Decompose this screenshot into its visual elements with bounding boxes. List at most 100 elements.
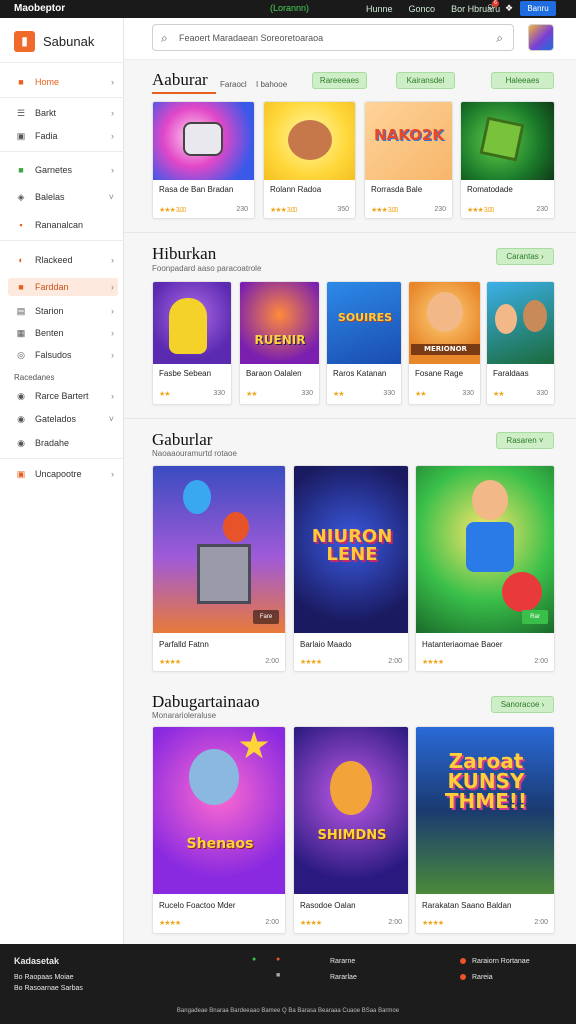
- user-icon[interactable]: ❖: [505, 3, 513, 14]
- sidebar-item-balelas[interactable]: ◈ Balelas ˅: [8, 188, 118, 206]
- sidebar-item-garnetes[interactable]: ■ Garnetes ›: [8, 161, 118, 179]
- game-card[interactable]: SOUIRES Raros Katanan ★★ 330: [326, 281, 402, 405]
- fire-icon: ◐: [18, 255, 24, 265]
- sidebar-item-bradahe[interactable]: ◉ Bradahe: [8, 434, 118, 452]
- game-card[interactable]: NIURON LENE Barlaio Maado ★★★★ 2:00: [293, 465, 409, 672]
- filter-pill[interactable]: Rareeeaes: [312, 72, 367, 89]
- play-count: 330: [301, 390, 313, 397]
- top-center-label[interactable]: (Lorannn): [270, 3, 309, 13]
- avatar[interactable]: [528, 24, 554, 51]
- play-count: 230: [236, 206, 248, 213]
- top-link[interactable]: Hunne: [366, 4, 393, 14]
- game-card[interactable]: RUENIR Baraon Oalalen ★★ 330: [239, 281, 320, 405]
- game-card[interactable]: Rasa de Ban Bradan ★★★ 3.00 230: [152, 101, 255, 219]
- sidebar-item-gatelados[interactable]: ◉ Gatelados ˅: [8, 410, 118, 428]
- section-action-pill[interactable]: Carantas ›: [496, 248, 554, 265]
- filter-pill[interactable]: Kairansdel: [396, 72, 455, 89]
- top-link[interactable]: Gonco: [409, 4, 436, 14]
- game-card[interactable]: NAKO2K Rorrasda Bale ★★★ 3.00 230: [364, 101, 453, 219]
- game-card[interactable]: Rar Hatanteriaomae Baoer ★★★★ 2:00: [415, 465, 555, 672]
- bell-icon[interactable]: ○ 6: [487, 0, 499, 13]
- chevron-right-icon: ›: [111, 131, 114, 141]
- rating-stars: ★★★ 3.00: [371, 207, 398, 214]
- sidebar-item-falsudos[interactable]: ◎ Falsudos ›: [8, 346, 118, 364]
- sidebar-item-benten[interactable]: ▦ Benten ›: [8, 324, 118, 342]
- section-subtitle: Monararioleraluse: [152, 711, 217, 720]
- character-shape: [169, 298, 207, 354]
- search-input[interactable]: ⌕ Feaoert Maradaean Soreoretoaraoa ⌕: [152, 24, 514, 51]
- sidebar-item-rlackeed[interactable]: ◐ Rlackeed ›: [8, 251, 118, 269]
- tab-link[interactable]: Faraocl: [220, 80, 247, 89]
- game-card[interactable]: Fasbe Sebean ★★ 330: [152, 281, 232, 405]
- game-card[interactable]: Shenaos Rucelo Foactoo Mder ★★★★ 2:00: [152, 726, 286, 934]
- game-card[interactable]: Romatodade ★★★ 3.00 230: [460, 101, 555, 219]
- divider: [0, 151, 124, 152]
- footer-link-label: Rareia: [472, 974, 493, 981]
- sidebar-item-farddan[interactable]: ■ Farddan ›: [8, 278, 118, 296]
- footer-social-icon[interactable]: ●: [276, 956, 280, 963]
- game-card[interactable]: Faraldaas ★★ 330: [486, 281, 555, 405]
- play-count: 2:00: [388, 658, 402, 665]
- main-content: Aaburar Faraocl I bahooe Rareeeaes Kaira…: [124, 60, 576, 944]
- top-brand[interactable]: Maobeptor: [14, 3, 65, 14]
- character-shape: [495, 304, 517, 334]
- target-icon: ◉: [17, 391, 25, 401]
- sidebar-item-label: Fadia: [35, 131, 58, 141]
- tab-link[interactable]: I bahooe: [256, 80, 287, 89]
- game-title: Rolann Radoa: [270, 185, 322, 194]
- diamond-icon: ◈: [17, 192, 25, 202]
- game-card[interactable]: MERIONOR Fosane Rage ★★ 330: [408, 281, 481, 405]
- filter-pill[interactable]: Haleeaes: [491, 72, 554, 89]
- game-card[interactable]: Fare Parfalld Fatnn ★★★★ 2:00: [152, 465, 286, 672]
- footer-link[interactable]: Bo Rasoarnae Sarbas: [14, 985, 83, 992]
- sidebar-item-starion[interactable]: ▤ Starion ›: [8, 302, 118, 320]
- character-shape: [288, 120, 332, 160]
- chevron-down-icon: ˅: [108, 414, 114, 424]
- game-card[interactable]: SHIMDNS Rasodoe Oalan ★★★★ 2:00: [293, 726, 409, 934]
- footer-social-icon[interactable]: ●: [252, 956, 256, 963]
- footer-link[interactable]: Bo Raopaas Moiae: [14, 974, 74, 981]
- sidebar-item-label: Bradahe: [35, 438, 70, 448]
- footer-link[interactable]: Rararne: [330, 958, 355, 965]
- sidebar-item-label: Barkt: [35, 108, 57, 118]
- search-submit-icon[interactable]: ⌕: [496, 31, 503, 46]
- section-dropdown-pill[interactable]: Rasaren ˅: [496, 432, 554, 449]
- rating-stars: ★★★★: [300, 659, 322, 666]
- game-title: Faraldaas: [493, 369, 529, 378]
- circle-icon: ◎: [17, 350, 25, 360]
- footer-link-item[interactable]: Raraiorn Rortanae: [460, 958, 530, 965]
- game-logo-text: NIURON LENE: [311, 526, 393, 565]
- sidebar-item-rananalcan[interactable]: ▪ Rananalcan: [8, 216, 118, 234]
- section-title: Hiburkan: [152, 244, 217, 263]
- section-divider: [124, 418, 576, 419]
- sidebar-item-label: Uncapootre: [35, 469, 82, 479]
- game-art: Shenaos: [153, 727, 285, 894]
- chevron-right-icon: ›: [111, 165, 114, 175]
- rating-stars: ★★: [415, 391, 427, 398]
- game-title: Barlaio Maado: [300, 640, 352, 649]
- sidebar-item-uncapootre[interactable]: ▣ Uncapootre ›: [8, 465, 118, 483]
- rating-stars: ★★★ 3.00: [467, 207, 494, 214]
- game-card[interactable]: Rolann Radoa ★★★ 3.00 350: [263, 101, 356, 219]
- square-icon: ▪: [19, 220, 23, 230]
- game-title: Romatodade: [467, 185, 513, 194]
- logo[interactable]: ▮ Sabunak: [14, 30, 94, 52]
- footer-app-icon[interactable]: ■: [276, 972, 280, 979]
- sidebar-item-rarce-bartert[interactable]: ◉ Rarce Bartert ›: [8, 387, 118, 405]
- footer-link[interactable]: Rararlae: [330, 974, 357, 981]
- play-count: 2:00: [265, 658, 279, 665]
- sidebar-item-barkt[interactable]: ☰ Barkt ›: [8, 104, 118, 122]
- sidebar-item-home[interactable]: ■ Home ›: [8, 73, 118, 91]
- grid-icon: ▣: [16, 131, 26, 141]
- character-shape: [330, 761, 372, 815]
- game-art: MERIONOR: [409, 282, 480, 364]
- footer-link-item[interactable]: Rareia: [460, 974, 493, 981]
- sidebar-item-label: Rarce Bartert: [35, 391, 89, 401]
- top-action-button[interactable]: Banru: [520, 1, 556, 16]
- game-title: Hatanteriaomae Baoer: [422, 640, 503, 649]
- game-art: NAKO2K: [365, 102, 452, 180]
- section-action-pill[interactable]: Sanoracoe ›: [491, 696, 554, 713]
- game-card[interactable]: Zaroat KUNSY THME!! Rarakatan Saano Bald…: [415, 726, 555, 934]
- sidebar-item-fadia[interactable]: ▣ Fadia ›: [8, 127, 118, 145]
- star-icon: [239, 731, 269, 759]
